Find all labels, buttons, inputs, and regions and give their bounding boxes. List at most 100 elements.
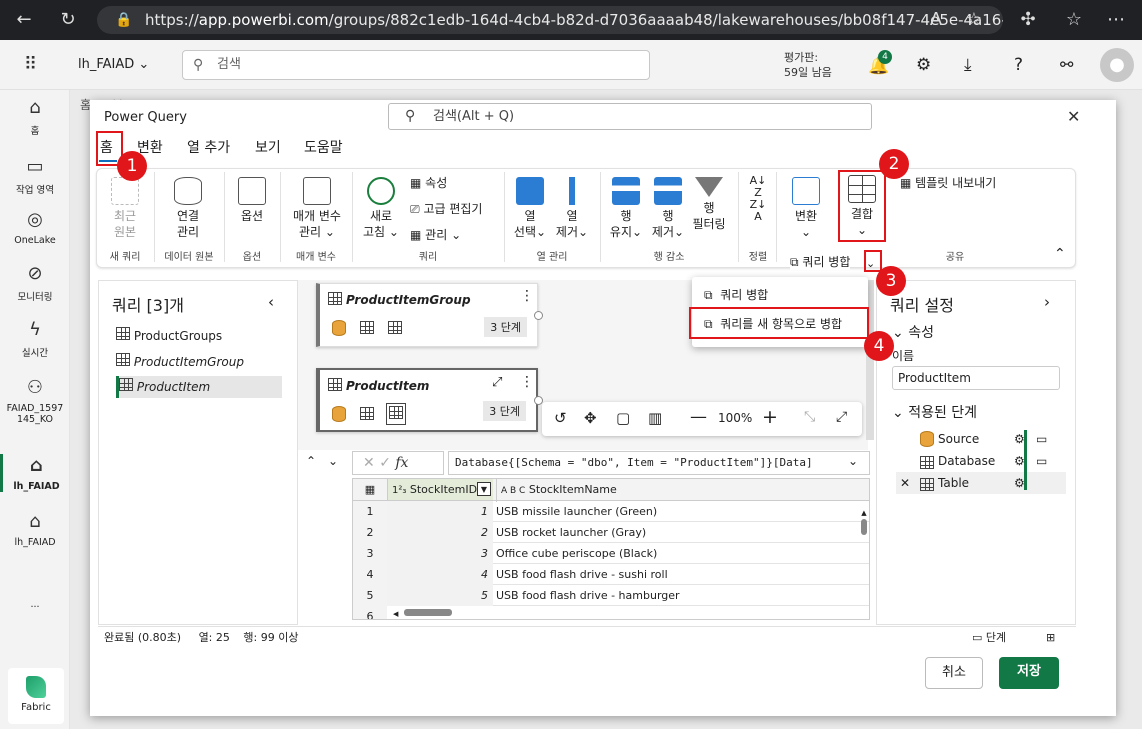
formula-input[interactable]: Database{[Schema = "dbo", Item = "Produc… [448,451,870,475]
expand-panel-icon[interactable]: › [1044,293,1050,311]
nav-item[interactable]: ϟ 실시간 [0,318,70,359]
nav-item[interactable]: ⊘ 모니터링 [0,262,70,303]
expand-icon[interactable]: ⤢ [836,409,847,425]
nav-item[interactable]: ⌂ lh_FAIAD [0,454,70,492]
nav-item[interactable]: ⌂ lh_FAIAD [0,510,70,548]
save-button[interactable]: 저장 [999,657,1059,689]
vertical-scrollbar[interactable]: ▲ [860,509,868,609]
step-view-button[interactable]: ▭ 단계 [972,627,1006,649]
transform-button[interactable]: 변환 ⌄ [786,177,826,240]
share-icon[interactable]: ⚯ [1060,55,1073,74]
horizontal-scrollbar[interactable]: ◀ [393,605,863,618]
favorite-star-icon[interactable]: ☆ [962,8,986,32]
gear-icon[interactable]: ⚙ [916,55,931,75]
expand-icon[interactable]: ⤢ [492,375,502,390]
column-header-stockitemname[interactable]: A B C StockItemName [496,479,868,502]
workspace-name[interactable]: lh_FAIAD ⌄ [78,57,149,72]
favorites-icon[interactable]: ☆ [1062,8,1086,32]
pan-icon[interactable]: ✥ [584,409,597,427]
sort-button[interactable]: A↓ Z Z↓ A [746,175,770,223]
check-icon[interactable]: ✓ [379,455,391,471]
menu-item-merge[interactable]: ⧉ 쿼리 병합 [704,286,768,303]
table-row[interactable]: 4 4 USB food flash drive - sushi roll [353,564,869,585]
status-done: 완료됨 (0.80초) [104,631,182,644]
table-icon [116,327,130,340]
merge-queries-button[interactable]: ⧉ 쿼리 병합 [790,254,851,270]
filter-rows-button[interactable]: 행 필터링 [688,177,730,232]
refresh-icon[interactable]: ↻ [56,8,80,32]
nav-item[interactable]: ▭ 작업 영역 [0,155,70,196]
table-icon [360,321,374,337]
back-icon[interactable]: ← [12,8,36,32]
nav-item[interactable]: ... [0,572,70,610]
manage-connections-button[interactable]: 연결 관리 [160,177,216,240]
address-bar[interactable]: 🔒 https://app.powerbi.com/groups/882c1ed… [97,6,1003,34]
table-row[interactable]: 1 1 USB missile launcher (Green) [353,501,869,522]
chevron-down-icon[interactable]: ⌄ [848,454,858,468]
close-icon[interactable]: ✕ [1067,107,1080,126]
chevron-up-icon[interactable]: ⌃ [306,454,316,468]
fit-icon[interactable]: ▢ [616,409,630,427]
tab-help[interactable]: 도움말 [304,137,343,157]
zoom-in-icon[interactable]: + [762,406,778,428]
table-row[interactable]: 5 5 USB food flash drive - hamburger [353,585,869,606]
manage-button[interactable]: ▦ 관리 ⌄ [410,227,461,243]
advanced-editor-button[interactable]: ⎚ 고급 편집기 [410,201,482,217]
nav-item[interactable]: ⚇ FAIAD_1597 145_KO [0,376,70,425]
list-item-selected[interactable]: ProductItem [116,376,282,398]
more-options-icon[interactable]: ⋮ [520,288,534,304]
extensions-icon[interactable]: ✣ [1016,8,1040,32]
remove-columns-button[interactable]: 열 제거⌄ [552,177,592,240]
query-card-selected[interactable]: ProductItem ⤢ ⋮ 3 단계 [316,368,538,432]
table-row[interactable]: 2 2 USB rocket launcher (Gray) [353,522,869,543]
refresh-button[interactable]: 새로 고침 ⌄ [360,177,402,240]
recent-sources-button[interactable]: 최근 원본 [102,177,148,240]
undo-icon[interactable]: ↺ [554,409,567,427]
diagram-view-icon[interactable]: ⊞ [1046,627,1055,649]
nav-item[interactable]: ⌂ 홈 [0,96,70,137]
collapse-panel-icon[interactable]: ‹ [268,293,274,311]
export-template-button[interactable]: ▦ 템플릿 내보내기 [900,175,996,191]
nav-item[interactable]: ◎ OneLake [0,208,70,246]
global-search[interactable]: ⚲ 검색 [182,50,650,80]
query-name-input[interactable]: ProductItem [892,366,1060,390]
read-aloud-icon[interactable]: A [924,8,948,32]
step-database[interactable]: Database ⚙ ▭ [896,450,1066,472]
fabric-switcher[interactable]: Fabric [8,668,64,724]
options-button[interactable]: 옵션 [232,177,272,224]
tab-add-column[interactable]: 열 추가 [187,137,230,157]
cancel-button[interactable]: 취소 [925,657,983,689]
column-filter-icon[interactable]: ▼ [477,482,491,496]
map-icon[interactable]: ▥ [648,409,662,427]
choose-columns-button[interactable]: 열 선택⌄ [510,177,550,240]
app-launcher-icon[interactable]: ⠿ [24,54,37,75]
help-icon[interactable]: ? [1014,55,1023,75]
pq-search[interactable]: ⚲ 검색(Alt + Q) [388,103,872,130]
options-label: 옵션 [240,209,264,223]
applied-steps-section[interactable]: ⌄ 적용된 단계 [892,402,977,422]
chevron-down-icon[interactable]: ⌄ [328,454,338,468]
list-item[interactable]: ProductGroups [116,325,282,347]
properties-section[interactable]: ⌄ 속성 [892,322,934,342]
step-table[interactable]: ✕ Table ⚙ [896,472,1066,494]
select-all-icon[interactable]: ▦ [353,479,387,500]
zoom-out-icon[interactable]: — [690,407,707,427]
manage-parameters-button[interactable]: 매개 변수 관리 ⌄ [288,177,346,240]
cancel-icon[interactable]: ✕ [363,455,375,471]
more-icon[interactable]: ⋯ [1104,8,1128,32]
tab-view[interactable]: 보기 [255,137,281,157]
properties-button[interactable]: ▦ 속성 [410,175,447,191]
table-row[interactable]: 3 3 Office cube periscope (Black) [353,543,869,564]
list-item[interactable]: ProductItemGroup [116,351,282,373]
remove-rows-button[interactable]: 행 제거⌄ [650,177,686,240]
delete-step-icon[interactable]: ✕ [900,472,910,494]
keep-rows-button[interactable]: 행 유지⌄ [608,177,644,240]
collapse-icon[interactable]: ⤡ [804,409,815,425]
query-card[interactable]: ProductItemGroup ⋮ 3 단계 [316,283,538,347]
collapse-ribbon-icon[interactable]: ⌃ [1054,246,1066,262]
avatar[interactable]: ● [1100,48,1134,82]
step-source[interactable]: Source ⚙ ▭ [896,428,1066,450]
download-icon[interactable]: ⤓ [964,55,972,75]
fx-icon[interactable]: fx [395,455,408,471]
more-options-icon[interactable]: ⋮ [520,374,534,390]
